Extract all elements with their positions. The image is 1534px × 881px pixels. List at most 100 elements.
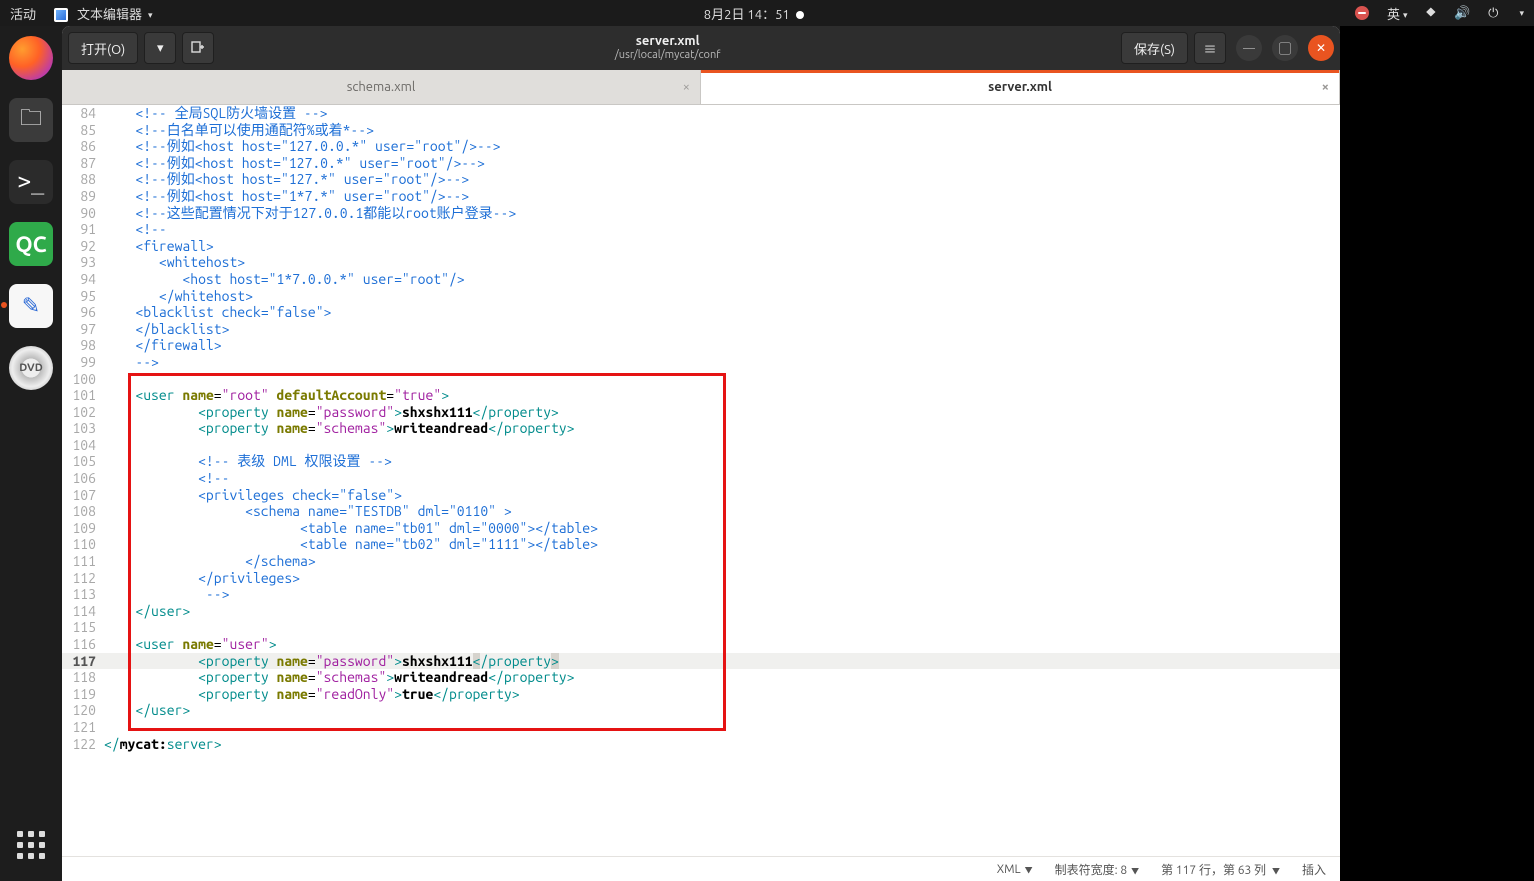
- line-number: 108: [62, 503, 102, 520]
- line-number: 117: [62, 653, 102, 670]
- code-line[interactable]: 116 <user name="user">: [62, 636, 1340, 653]
- window-minimize-button[interactable]: ─: [1236, 35, 1262, 61]
- dock-qc-icon[interactable]: QC: [9, 222, 53, 266]
- code-line[interactable]: 106 <!--: [62, 470, 1340, 487]
- window-maximize-button[interactable]: ▢: [1272, 35, 1298, 61]
- line-number: 86: [62, 138, 102, 155]
- tab-width-selector[interactable]: 制表符宽度: 8▼: [1055, 861, 1139, 878]
- dock-show-applications-icon[interactable]: [17, 831, 45, 859]
- language-selector[interactable]: XML▼: [997, 863, 1033, 876]
- code-line[interactable]: 99 -->: [62, 354, 1340, 371]
- code-line[interactable]: 105 <!-- 表级 DML 权限设置 -->: [62, 453, 1340, 470]
- line-number: 113: [62, 586, 102, 603]
- code-line[interactable]: 93 <whitehost>: [62, 254, 1340, 271]
- code-line[interactable]: 89 <!--例如<host host="1*7.*" user="root"/…: [62, 188, 1340, 205]
- line-number: 111: [62, 553, 102, 570]
- system-menu-chevron-icon[interactable]: ▾: [1519, 8, 1524, 19]
- code-line[interactable]: 112 </privileges>: [62, 570, 1340, 587]
- code-line[interactable]: 111 </schema>: [62, 553, 1340, 570]
- hamburger-menu-button[interactable]: ≡: [1194, 32, 1226, 64]
- window-title-filename: server.xml: [220, 34, 1115, 50]
- dock-dvd-icon[interactable]: DVD: [9, 346, 53, 390]
- code-line[interactable]: 103 <property name="schemas">writeandrea…: [62, 420, 1340, 437]
- dock-text-editor-icon[interactable]: ✎: [9, 284, 53, 328]
- line-number: 104: [62, 437, 102, 454]
- appmenu-button[interactable]: 文本编辑器 ▾: [54, 4, 153, 23]
- gnome-top-bar: 活动 文本编辑器 ▾ 8月2日 14：51 英▾ ⯁ 🔊 ⏻ ▾: [0, 0, 1534, 26]
- line-number: 107: [62, 487, 102, 504]
- network-icon[interactable]: ⯁: [1426, 6, 1436, 21]
- line-number: 102: [62, 404, 102, 421]
- code-line[interactable]: 101 <user name="root" defaultAccount="tr…: [62, 387, 1340, 404]
- code-line[interactable]: 88 <!--例如<host host="127.*" user="root"/…: [62, 171, 1340, 188]
- code-line[interactable]: 115: [62, 619, 1340, 636]
- code-line[interactable]: 94 <host host="1*7.0.0.*" user="root"/>: [62, 271, 1340, 288]
- code-line[interactable]: 98 </firewall>: [62, 337, 1340, 354]
- code-line[interactable]: 120 </user>: [62, 702, 1340, 719]
- line-number: 97: [62, 321, 102, 338]
- code-line[interactable]: 91 <!--: [62, 221, 1340, 238]
- code-line[interactable]: 108 <schema name="TESTDB" dml="0110" >: [62, 503, 1340, 520]
- code-line[interactable]: 102 <property name="password">shxshx111<…: [62, 404, 1340, 421]
- line-number: 93: [62, 254, 102, 271]
- dock-firefox-icon[interactable]: [9, 36, 53, 80]
- line-number: 122: [62, 736, 102, 753]
- code-line[interactable]: 92 <firewall>: [62, 238, 1340, 255]
- code-line[interactable]: 84 <!-- 全局SQL防火墙设置 -->: [62, 105, 1340, 122]
- line-number: 88: [62, 171, 102, 188]
- dock: 🗀 >_ QC ✎ DVD: [0, 26, 62, 881]
- dock-files-icon[interactable]: 🗀: [9, 98, 53, 142]
- line-number: 95: [62, 288, 102, 305]
- status-bar: XML▼ 制表符宽度: 8▼ 第 117 行，第 63 列▼ 插入: [62, 856, 1340, 881]
- code-line[interactable]: 96 <blacklist check="false">: [62, 304, 1340, 321]
- open-recent-button[interactable]: ▾: [144, 32, 176, 64]
- clock-label[interactable]: 8月2日 14：51: [704, 8, 804, 22]
- line-number: 100: [62, 371, 102, 388]
- code-line[interactable]: 85 <!--白名单可以使用通配符%或着*-->: [62, 122, 1340, 139]
- code-line[interactable]: 104: [62, 437, 1340, 454]
- tab-close-icon[interactable]: ×: [683, 80, 690, 94]
- dock-terminal-icon[interactable]: >_: [9, 160, 53, 204]
- code-line[interactable]: 118 <property name="schemas">writeandrea…: [62, 669, 1340, 686]
- line-number: 87: [62, 155, 102, 172]
- code-line[interactable]: 122</mycat:server>: [62, 736, 1340, 753]
- code-line[interactable]: 97 </blacklist>: [62, 321, 1340, 338]
- code-line[interactable]: 119 <property name="readOnly">true</prop…: [62, 686, 1340, 703]
- code-line[interactable]: 107 <privileges check="false">: [62, 487, 1340, 504]
- code-line[interactable]: 87 <!--例如<host host="127.0.*" user="root…: [62, 155, 1340, 172]
- save-button[interactable]: 保存(S): [1121, 32, 1188, 64]
- code-line[interactable]: 117 <property name="password">shxshx111<…: [62, 653, 1340, 670]
- code-line[interactable]: 113 -->: [62, 586, 1340, 603]
- activities-button[interactable]: 活动: [10, 4, 36, 23]
- tab-schema-xml[interactable]: schema.xml ×: [62, 70, 701, 104]
- code-line[interactable]: 114 </user>: [62, 603, 1340, 620]
- code-line[interactable]: 100: [62, 371, 1340, 388]
- tab-server-xml[interactable]: server.xml ×: [701, 70, 1340, 104]
- tab-close-icon[interactable]: ×: [1322, 80, 1329, 94]
- line-number: 121: [62, 719, 102, 736]
- code-line[interactable]: 121: [62, 719, 1340, 736]
- code-line[interactable]: 95 </whitehost>: [62, 288, 1340, 305]
- code-line[interactable]: 86 <!--例如<host host="127.0.0.*" user="ro…: [62, 138, 1340, 155]
- code-line[interactable]: 110 <table name="tb02" dml="1111"></tabl…: [62, 536, 1340, 553]
- new-tab-icon: [191, 41, 205, 55]
- line-number: 98: [62, 337, 102, 354]
- line-number: 89: [62, 188, 102, 205]
- editor-view[interactable]: 84 <!-- 全局SQL防火墙设置 -->85 <!--白名单可以使用通配符%…: [62, 105, 1340, 856]
- ime-indicator[interactable]: 英▾: [1387, 4, 1408, 23]
- line-number: 103: [62, 420, 102, 437]
- window-close-button[interactable]: ✕: [1308, 35, 1334, 61]
- tab-label: schema.xml: [347, 80, 416, 94]
- line-number: 110: [62, 536, 102, 553]
- do-not-disturb-icon[interactable]: [1355, 6, 1369, 20]
- line-number: 99: [62, 354, 102, 371]
- open-button[interactable]: 打开(O): [68, 32, 138, 64]
- insert-mode[interactable]: 插入: [1302, 861, 1326, 878]
- new-tab-button[interactable]: [182, 32, 214, 64]
- code-line[interactable]: 90 <!--这些配置情况下对于127.0.0.1都能以root账户登录-->: [62, 205, 1340, 222]
- code-line[interactable]: 109 <table name="tb01" dml="0000"></tabl…: [62, 520, 1340, 537]
- volume-icon[interactable]: 🔊: [1454, 6, 1470, 21]
- power-icon[interactable]: ⏻: [1488, 6, 1498, 21]
- line-number: 114: [62, 603, 102, 620]
- line-number: 101: [62, 387, 102, 404]
